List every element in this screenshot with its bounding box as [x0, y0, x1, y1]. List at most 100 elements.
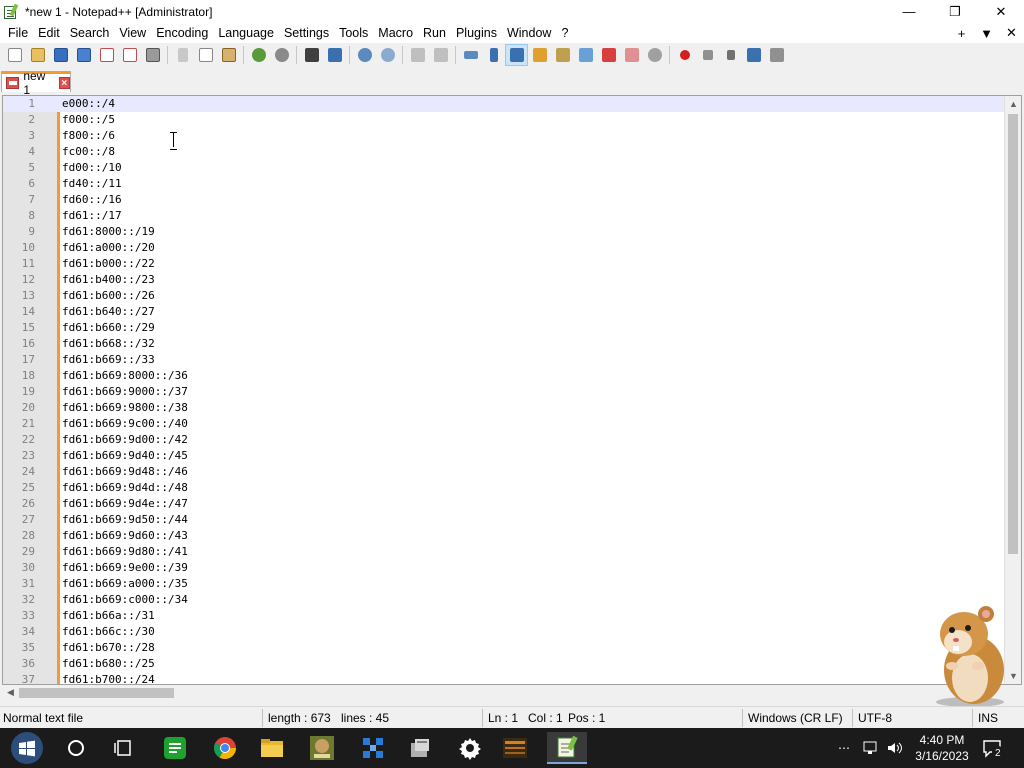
stop-macro-button[interactable]: [696, 44, 719, 66]
paste-button[interactable]: [217, 44, 240, 66]
editor-line[interactable]: 28 fd61:b669:9d60::/43: [3, 528, 1004, 544]
editor-line[interactable]: 21 fd61:b669:9c00::/40: [3, 416, 1004, 432]
editor-line[interactable]: 3 f800::/6: [3, 128, 1004, 144]
new-file-button[interactable]: [3, 44, 26, 66]
system-clock[interactable]: 4:40 PM 3/16/2023: [908, 732, 976, 764]
editor-line[interactable]: 23 fd61:b669:9d40::/45: [3, 448, 1004, 464]
notepad-plus-plus-taskbar-button[interactable]: [547, 732, 587, 764]
function-list-button[interactable]: [574, 44, 597, 66]
menu-search[interactable]: Search: [65, 23, 115, 43]
editor-line[interactable]: 27 fd61:b669:9d50::/44: [3, 512, 1004, 528]
editor-line[interactable]: 13 fd61:b600::/26: [3, 288, 1004, 304]
show-all-characters-button[interactable]: [482, 44, 505, 66]
editor-line[interactable]: 34 fd61:b66c::/30: [3, 624, 1004, 640]
run-macro-multiple-button[interactable]: [742, 44, 765, 66]
menu-settings[interactable]: Settings: [279, 23, 334, 43]
media-app-button[interactable]: [495, 732, 535, 764]
cortana-button[interactable]: [56, 732, 96, 764]
editor-line[interactable]: 8 fd61::/17: [3, 208, 1004, 224]
editor-line[interactable]: 16 fd61:b668::/32: [3, 336, 1004, 352]
copy-button[interactable]: [194, 44, 217, 66]
editor-line[interactable]: 4 fc00::/8: [3, 144, 1004, 160]
folder-workspace-button[interactable]: [597, 44, 620, 66]
sync-horizontal-button[interactable]: [429, 44, 452, 66]
action-center-button[interactable]: 2: [982, 728, 1004, 768]
scroll-left-icon[interactable]: ◀: [2, 684, 19, 701]
editor-line[interactable]: 36 fd61:b680::/25: [3, 656, 1004, 672]
volume-tray-button[interactable]: [886, 728, 904, 768]
menu-view[interactable]: View: [114, 23, 151, 43]
word-wrap-button[interactable]: [459, 44, 482, 66]
replace-button[interactable]: [323, 44, 346, 66]
monitoring-button[interactable]: [643, 44, 666, 66]
save-macro-button[interactable]: [765, 44, 788, 66]
status-insert-mode[interactable]: INS: [978, 711, 998, 725]
document-map-button[interactable]: [551, 44, 574, 66]
editor-line[interactable]: 6 fd40::/11: [3, 176, 1004, 192]
show-hidden-icons-button[interactable]: ⋯: [838, 728, 850, 768]
menu-run[interactable]: Run: [418, 23, 451, 43]
editor-line[interactable]: 31 fd61:b669:a000::/35: [3, 576, 1004, 592]
print-button[interactable]: [141, 44, 164, 66]
editor-line[interactable]: 25 fd61:b669:9d4d::/48: [3, 480, 1004, 496]
menu-plugins[interactable]: Plugins: [451, 23, 502, 43]
menu-encoding[interactable]: Encoding: [151, 23, 213, 43]
zoom-out-button[interactable]: [376, 44, 399, 66]
editor-line[interactable]: 7 fd60::/16: [3, 192, 1004, 208]
open-file-button[interactable]: [26, 44, 49, 66]
editor-line[interactable]: 14 fd61:b640::/27: [3, 304, 1004, 320]
editor-line[interactable]: 33 fd61:b66a::/31: [3, 608, 1004, 624]
cut-button[interactable]: [171, 44, 194, 66]
editor-line[interactable]: 24 fd61:b669:9d48::/46: [3, 464, 1004, 480]
menu-window[interactable]: Window: [502, 23, 556, 43]
add-tab-button[interactable]: +: [949, 26, 974, 41]
editor-line[interactable]: 29 fd61:b669:9d80::/41: [3, 544, 1004, 560]
menu-language[interactable]: Language: [213, 23, 279, 43]
editor-line[interactable]: 2 f000::/5: [3, 112, 1004, 128]
settings-button[interactable]: [450, 732, 490, 764]
status-eol[interactable]: Windows (CR LF): [748, 711, 843, 725]
network-app-button[interactable]: [353, 732, 393, 764]
close-file-button[interactable]: [95, 44, 118, 66]
tab-close-icon[interactable]: ×: [58, 77, 70, 89]
scroll-up-icon[interactable]: ▲: [1005, 96, 1021, 113]
editor-line[interactable]: 5 fd00::/10: [3, 160, 1004, 176]
vertical-scrollbar[interactable]: ▲ ▼: [1004, 96, 1021, 684]
undo-button[interactable]: [247, 44, 270, 66]
start-button[interactable]: [6, 732, 48, 764]
editor-line[interactable]: 35 fd61:b670::/28: [3, 640, 1004, 656]
vertical-scroll-thumb[interactable]: [1008, 114, 1018, 554]
close-document-button[interactable]: ✕: [999, 25, 1024, 41]
editor-line[interactable]: 9 fd61:8000::/19: [3, 224, 1004, 240]
editor-line[interactable]: 26 fd61:b669:9d4e::/47: [3, 496, 1004, 512]
menu-tools[interactable]: Tools: [334, 23, 373, 43]
record-macro-button[interactable]: [673, 44, 696, 66]
file-explorer-button[interactable]: [252, 732, 292, 764]
editor-line[interactable]: 1 e000::/4: [3, 96, 1004, 112]
network-tray-button[interactable]: [862, 728, 880, 768]
tab-new-1[interactable]: new 1 ×: [1, 69, 71, 97]
save-button[interactable]: [49, 44, 72, 66]
redo-button[interactable]: [270, 44, 293, 66]
game-app-button[interactable]: [302, 732, 342, 764]
tab-list-button[interactable]: ▼: [974, 26, 999, 41]
restore-button[interactable]: ❐: [932, 0, 978, 23]
menu-file[interactable]: File: [3, 23, 33, 43]
chrome-button[interactable]: [205, 732, 245, 764]
play-macro-button[interactable]: [719, 44, 742, 66]
editor-line[interactable]: 32 fd61:b669:c000::/34: [3, 592, 1004, 608]
editor-line[interactable]: 30 fd61:b669:9e00::/39: [3, 560, 1004, 576]
horizontal-scrollbar[interactable]: ◀: [2, 685, 1005, 701]
status-encoding[interactable]: UTF-8: [858, 711, 892, 725]
editor-line[interactable]: 37 fd61:b700::/24: [3, 672, 1004, 684]
horizontal-scroll-thumb[interactable]: [19, 688, 174, 698]
text-editor[interactable]: 1 e000::/4 2 f000::/5 3 f800::/6 4 fc00::/8 5 fd0…: [2, 95, 1022, 685]
close-button[interactable]: ✕: [978, 0, 1024, 23]
editor-line[interactable]: 10 fd61:a000::/20: [3, 240, 1004, 256]
editor-line[interactable]: 12 fd61:b400::/23: [3, 272, 1004, 288]
minimize-button[interactable]: —: [886, 0, 932, 23]
project-button[interactable]: [620, 44, 643, 66]
editor-line[interactable]: 11 fd61:b000::/22: [3, 256, 1004, 272]
editor-line[interactable]: 15 fd61:b660::/29: [3, 320, 1004, 336]
menu-help[interactable]: ?: [556, 23, 573, 43]
